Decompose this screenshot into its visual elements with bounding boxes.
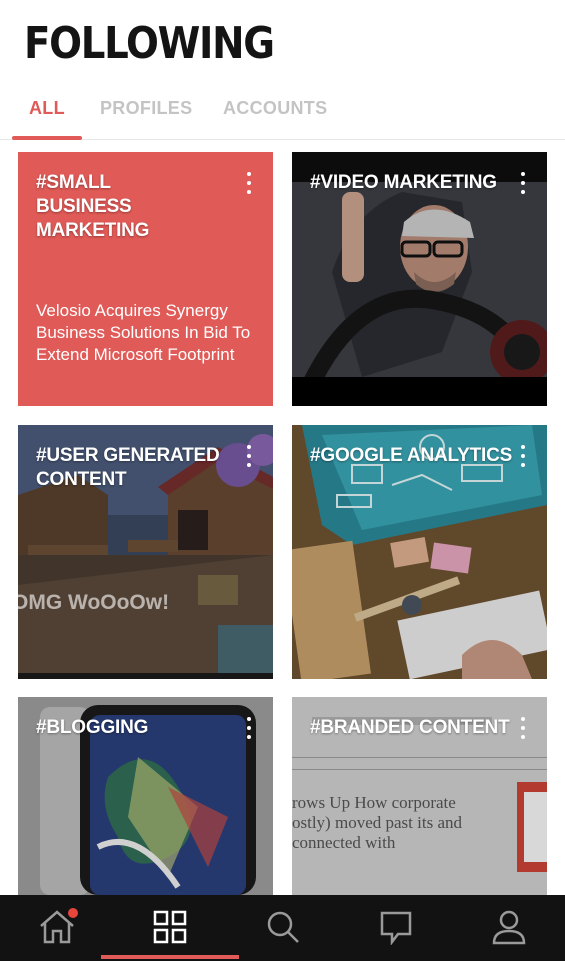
card-tag: #SMALL BUSINESS MARKETING	[36, 172, 150, 241]
tab-bar: ALL PROFILES ACCOUNTS	[0, 90, 565, 140]
more-options-icon[interactable]	[515, 443, 531, 469]
active-nav-indicator	[101, 955, 239, 959]
notification-badge	[68, 908, 78, 918]
card-tag: #USER GENERATED CONTENT	[36, 445, 220, 490]
page-title: FOLLOWING	[24, 18, 275, 69]
image-overlay-text: OMG WoOoOw!	[18, 591, 170, 614]
nav-following[interactable]	[113, 895, 226, 961]
card-google-analytics[interactable]: #GOOGLE ANALYTICS	[292, 425, 547, 679]
nav-home[interactable]	[0, 895, 113, 961]
nav-search[interactable]	[226, 895, 339, 961]
card-tag: #GOOGLE ANALYTICS	[310, 445, 513, 466]
header: FOLLOWING ALL PROFILES ACCOUNTS	[0, 0, 565, 140]
card-video-marketing[interactable]: #VIDEO MARKETING	[292, 152, 547, 406]
card-description: Velosio Acquires Synergy Business Soluti…	[36, 301, 251, 364]
card-tag: #BLOGGING	[36, 717, 149, 738]
article-text: rows Up How corporate ostly) moved past …	[292, 793, 462, 852]
card-tag: #VIDEO MARKETING	[310, 172, 497, 193]
card-small-business-marketing[interactable]: #SMALL BUSINESS MARKETING Velosio Acquir…	[18, 152, 273, 406]
more-options-icon[interactable]	[241, 170, 257, 196]
bottom-navigation	[0, 895, 565, 961]
more-options-icon[interactable]	[515, 715, 531, 741]
more-options-icon[interactable]	[241, 443, 257, 469]
more-options-icon[interactable]	[515, 170, 531, 196]
more-options-icon[interactable]	[241, 715, 257, 741]
chat-icon	[380, 911, 411, 945]
grid-icon	[153, 910, 186, 944]
card-user-generated-content[interactable]: #USER GENERATED CONTENT OMG WoOoOw!	[18, 425, 273, 679]
tab-profiles[interactable]: PROFILES	[100, 98, 192, 119]
tab-all[interactable]: ALL	[29, 98, 65, 119]
card-tag: #BRANDED CONTENT	[310, 717, 510, 738]
search-icon	[267, 911, 299, 943]
nav-messages[interactable]	[339, 895, 452, 961]
card-blogging[interactable]: #BLOGGING	[18, 697, 273, 895]
nav-profile[interactable]	[452, 895, 565, 961]
user-icon	[492, 910, 525, 945]
card-branded-content[interactable]: rows Up How corporate ostly) moved past …	[292, 697, 547, 895]
tab-accounts[interactable]: ACCOUNTS	[223, 98, 327, 119]
following-grid: #SMALL BUSINESS MARKETING Velosio Acquir…	[0, 140, 565, 895]
